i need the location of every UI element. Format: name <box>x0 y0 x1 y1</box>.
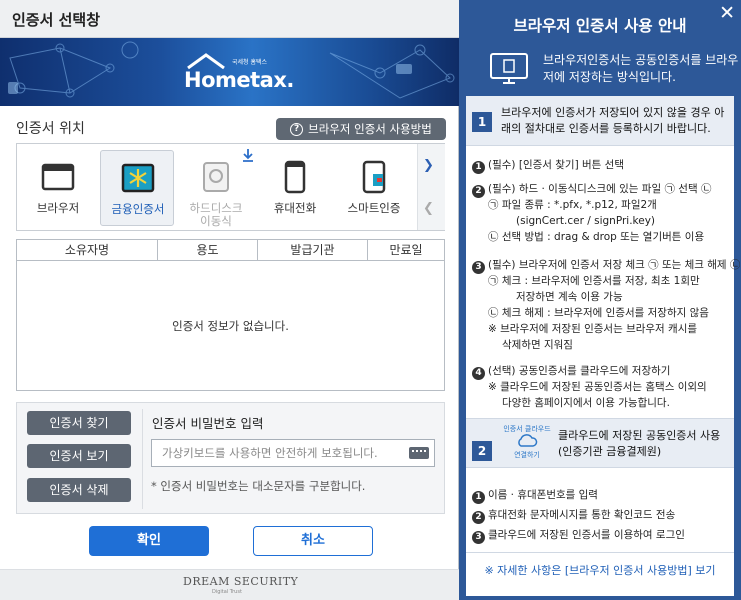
hard-disk-icon <box>203 162 229 192</box>
step1-text: 브라우저에 인증서가 저장되어 있지 않을 경우 아래의 절차대로 인증서를 등… <box>501 106 725 135</box>
step1-item-3c-cont: 삭제하면 지워짐 <box>502 339 573 351</box>
guide-body: 1 브라우저에 인증서가 저장되어 있지 않을 경우 아래의 절차대로 인증서를… <box>466 96 740 596</box>
location-scroll-strip <box>417 144 445 230</box>
step1-item-2: 2 (필수) 하드 · 이동식디스크에 있는 파일 ㉠ 선택 ㉡ <box>472 182 711 198</box>
column-issuer: 발급기관 <box>258 240 368 261</box>
financial-cert-icon <box>121 163 155 193</box>
certificate-table: 소유자명 용도 발급기관 만료일 인증서 정보가 없습니다. <box>16 239 445 391</box>
step1-item-2a: ㉠ 파일 종류 : *.pfx, *.p12, 파일2개 <box>488 199 657 211</box>
cert-actions-panel: 인증서 찾기 인증서 보기 인증서 삭제 인증서 비밀번호 입력 가상키보드를 … <box>16 402 445 514</box>
more-info-link[interactable]: ※ 자세한 사항은 [브라우저 인증서 사용방법] 보기 <box>466 562 734 578</box>
step1-item-3c: ※ 브라우저에 저장된 인증서는 브라우저 캐시를 <box>488 323 698 335</box>
cancel-button[interactable]: 취소 <box>253 526 373 556</box>
step2-item-1: 1 이름 · 휴대폰번호를 입력 <box>472 488 598 504</box>
empty-message: 인증서 정보가 없습니다. <box>172 319 289 333</box>
certificate-dialog: 인증서 선택창 국세청 홈택스 Hometax. 인증서 위치 ? 브라우저 인… <box>0 0 459 600</box>
step1-item-3a-cont: 저장하면 계속 이용 가능 <box>516 291 623 303</box>
footer: DREAM SECURITY Digital Trust <box>0 569 459 600</box>
location-hard-disk: 하드디스크 이동식 <box>179 149 253 228</box>
virtual-keyboard-icon[interactable] <box>409 447 429 459</box>
find-cert-button[interactable]: 인증서 찾기 <box>27 411 131 435</box>
column-owner: 소유자명 <box>17 240 158 261</box>
smart-cert-icon <box>362 160 386 194</box>
step1-item-4a: ※ 클라우드에 저장된 공동인증서는 홈택스 이외의 <box>488 381 707 393</box>
step2-item-2: 2 휴대전화 문자메시지를 통한 확인코드 전송 <box>472 508 675 524</box>
step1-item-3b: ㉡ 체크 해제 : 브라우저에 인증서를 저장하지 않음 <box>488 307 709 319</box>
guide-panel: 브라우저 인증서 사용 안내 ✕ 브라우저인증서는 공동인증서를 브라우저에 저… <box>459 0 741 600</box>
guide-intro: 브라우저인증서는 공동인증서를 브라우저에 저장하는 방식입니다. <box>543 53 739 84</box>
footer-tagline: Digital Trust <box>212 589 242 595</box>
dialog-title-bar: 인증서 선택창 <box>0 0 459 38</box>
location-selector: 브라우저 금융인증서 하드디스크 이동식 휴대전화 스마트인증 <box>16 143 445 231</box>
delete-cert-button[interactable]: 인증서 삭제 <box>27 478 131 502</box>
location-label: 인증서 위치 <box>16 121 85 137</box>
password-input[interactable]: 가상키보드를 사용하면 안전하게 보호됩니다. <box>151 439 435 467</box>
location-browser[interactable]: 브라우저 <box>21 150 95 226</box>
divider <box>466 552 734 553</box>
close-icon[interactable]: ✕ <box>719 2 735 24</box>
dialog-title: 인증서 선택창 <box>12 11 101 29</box>
cloud-connect-logo: 인증서 클라우드 연결하기 <box>503 425 551 459</box>
step2-item-3: 3 클라우드에 저장된 인증서를 이용하여 로그인 <box>472 528 685 544</box>
step1-item-1: 1 (필수) [인증서 찾기] 버튼 선택 <box>472 158 624 174</box>
step1-number: 1 <box>472 112 492 132</box>
step2-header: 2 인증서 클라우드 연결하기 클라우드에 저장된 공동인증서 사용 (인증기관… <box>466 418 734 468</box>
column-expiry: 만료일 <box>389 243 423 257</box>
step1-header: 1 브라우저에 인증서가 저장되어 있지 않을 경우 아래의 절차대로 인증서를… <box>466 96 734 146</box>
table-header: 소유자명 용도 발급기관 만료일 <box>17 240 444 261</box>
step2-text: 클라우드에 저장된 공동인증서 사용 (인증기관 금융결제원) <box>558 429 721 458</box>
divider <box>142 409 143 509</box>
dream-security-logo: DREAM SECURITY <box>183 575 299 588</box>
location-financial-cert[interactable]: 금융인증서 <box>100 150 174 226</box>
browser-cert-help-button[interactable]: ? 브라우저 인증서 사용방법 <box>276 118 446 140</box>
step1-item-3: 3 (필수) 브라우저에 인증서 저장 체크 ㉠ 또는 체크 해제 ㉡ <box>472 258 740 274</box>
location-mobile-phone[interactable]: 휴대전화 <box>258 150 332 226</box>
scroll-left-arrow-icon[interactable]: ❮ <box>423 201 434 216</box>
monitor-icon <box>490 53 528 84</box>
step1-item-3a: ㉠ 체크 : 브라우저에 인증서를 저장, 최초 1회만 <box>488 275 700 287</box>
download-icon <box>243 149 253 162</box>
password-note: * 인증서 비밀번호는 대소문자를 구분합니다. <box>151 479 366 493</box>
view-cert-button[interactable]: 인증서 보기 <box>27 444 131 468</box>
question-icon: ? <box>290 122 304 136</box>
step1-item-4a-cont: 다양한 홈페이지에서 이용 가능합니다. <box>502 397 670 409</box>
location-hard-disk-label: 하드디스크 이동식 <box>189 201 243 228</box>
step2-number: 2 <box>472 441 492 461</box>
step1-item-2a-cont: (signCert.cer / signPri.key) <box>516 215 656 227</box>
scroll-right-arrow-icon[interactable]: ❯ <box>423 158 434 173</box>
step1-item-4: 4 (선택) 공동인증서를 클라우드에 저장하기 <box>472 364 670 380</box>
location-smart-cert[interactable]: 스마트인증 <box>337 150 411 226</box>
column-usage: 용도 <box>158 240 258 261</box>
hometax-logo: 국세청 홈택스 Hometax. <box>184 52 294 94</box>
browser-icon <box>41 163 75 191</box>
cloud-icon <box>518 434 538 447</box>
mobile-phone-icon <box>284 160 306 194</box>
password-label: 인증서 비밀번호 입력 <box>152 416 264 431</box>
ok-button[interactable]: 확인 <box>89 526 209 556</box>
step1-item-2b: ㉡ 선택 방법 : drag & drop 또는 열기버튼 이용 <box>488 231 705 243</box>
guide-title: 브라우저 인증서 사용 안내 <box>513 17 687 35</box>
hometax-logo-sub: 국세청 홈택스 <box>232 59 268 66</box>
hometax-banner: 국세청 홈택스 Hometax. <box>0 38 459 106</box>
